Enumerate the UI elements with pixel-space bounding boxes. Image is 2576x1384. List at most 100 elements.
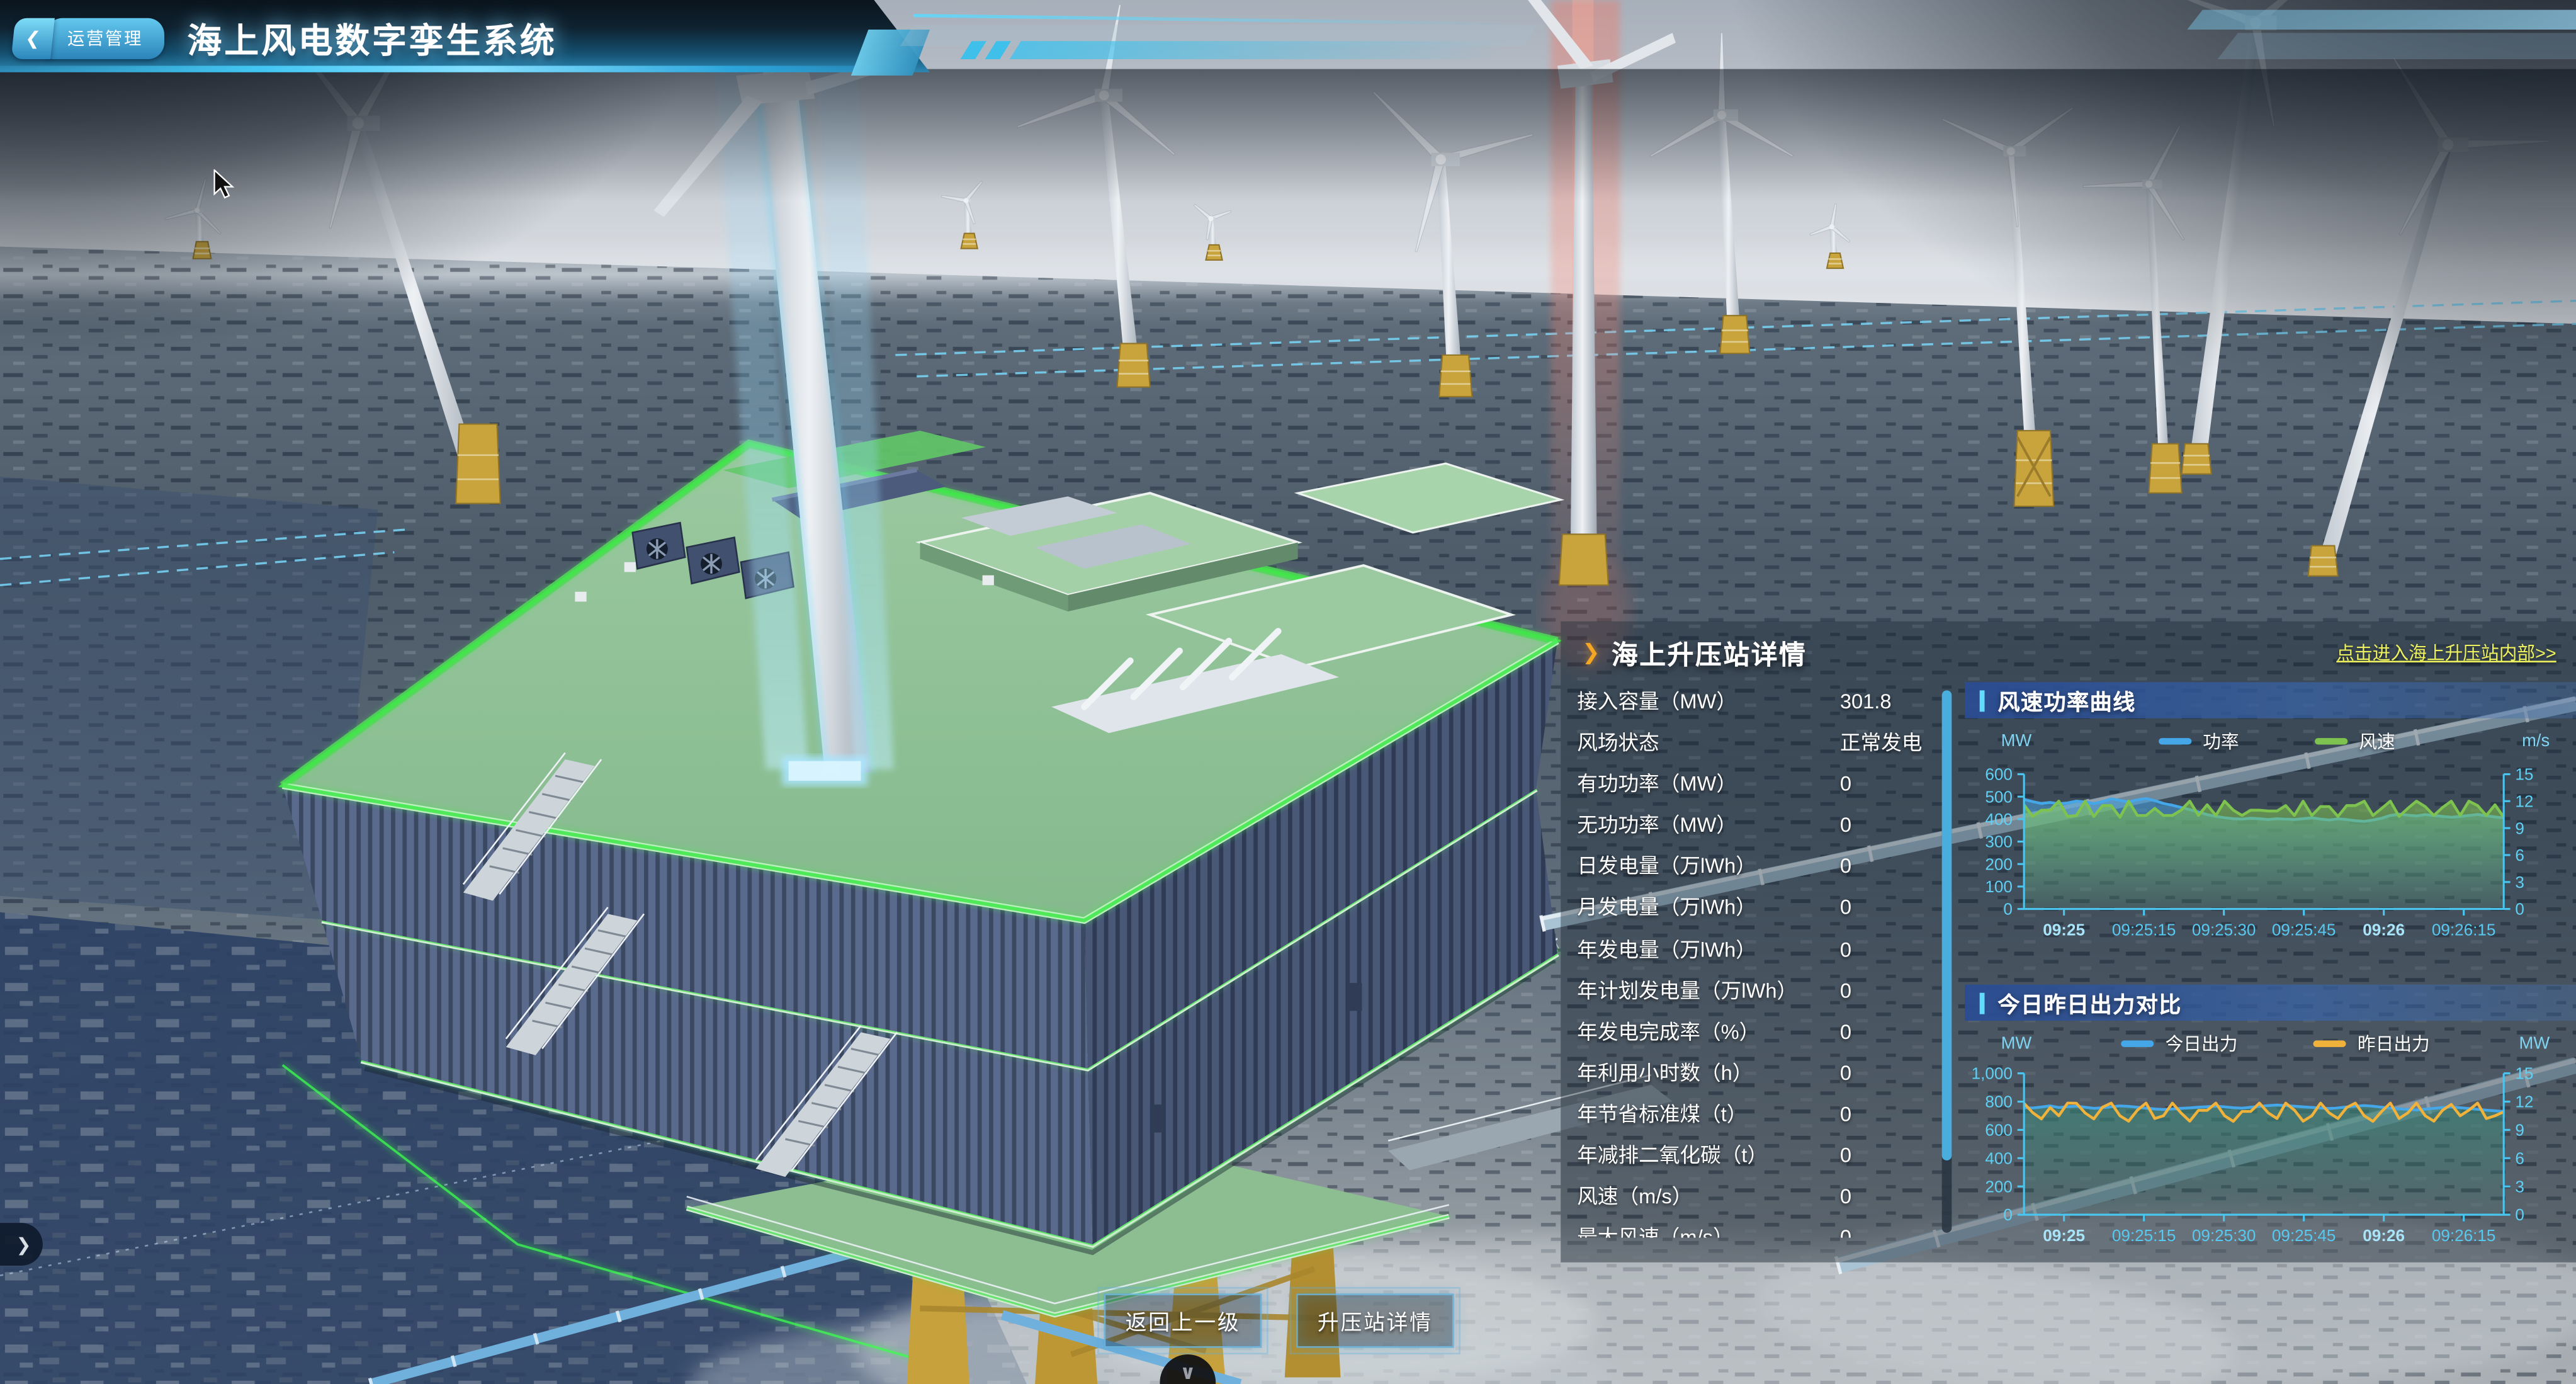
panel-arrow-icon: ❯ [1582,639,1600,666]
substation-detail-button[interactable]: 升压站详情 [1296,1293,1454,1347]
detail-value: 正常发电 [1840,723,1942,765]
detail-row: 无功功率（MW）0 [1577,806,1941,848]
chevron-down-icon[interactable]: ∨ [1180,1354,1195,1384]
turbine-foundation [1827,253,1843,268]
y-axis-tick-label: 6 [2515,1149,2524,1167]
detail-label: 年发电完成率（%） [1577,1012,1840,1053]
back-button-label[interactable]: 运营管理 [46,18,164,59]
axis-unit-right: MW [2519,1034,2550,1053]
x-axis-tick-label: 09:26 [2363,920,2405,939]
chart-title: 风速功率曲线 [1997,684,2135,717]
side-expand-tab[interactable]: ❯ [0,1223,43,1266]
y-axis-tick-label: 9 [2515,1121,2524,1140]
legend-swatch [2159,739,2191,744]
turbine-foundation [2308,546,2338,576]
detail-label: 最大风速（m/s） [1577,1218,1840,1238]
detail-value: 0 [1840,806,1942,848]
detail-label: 日发电量（万lWh） [1577,847,1840,888]
detail-label: 年计划发电量（万lWh） [1577,971,1840,1012]
legend-label: 今日出力 [2166,1031,2238,1057]
axis-unit-left: MW [2001,1034,2032,1053]
detail-value: 0 [1840,1218,1942,1238]
y-axis-tick-label: 600 [1985,1121,2013,1140]
enter-substation-link[interactable]: 点击进入海上升压站内部>> [2336,639,2556,666]
detail-row: 有功功率（MW）0 [1577,764,1941,806]
detail-label: 风场状态 [1577,723,1840,765]
x-axis-tick-label: 09:25 [2043,1226,2085,1245]
detail-row: 年减排二氧化碳（t）0 [1577,1136,1941,1177]
x-axis-tick-label: 09:26 [2363,1226,2405,1245]
detail-list: 接入容量（MW）301.8风场状态正常发电有功功率（MW）0无功功率（MW）0日… [1577,682,1941,1237]
output-compare-chart: 1,00080060040020001512963009:2509:25:150… [1965,1064,2576,1261]
detail-label: 接入容量（MW） [1577,682,1840,723]
detail-value: 0 [1840,1094,1942,1136]
x-axis-tick-label: 09:25:45 [2272,920,2336,939]
legend-items: 功率 风速 [2031,728,2522,754]
legend-swatch [2121,1041,2154,1047]
turbine-foundation [2182,444,2212,474]
detail-value: 0 [1840,929,1942,971]
y-axis-tick-label: 1,000 [1972,1064,2013,1083]
substation-detail-panel: ❯ 海上升压站详情 点击进入海上升压站内部>> 接入容量（MW）301.8风场状… [1561,621,2576,1262]
x-axis-tick-label: 09:25:30 [2192,1226,2256,1245]
y-axis-tick-label: 400 [1985,1149,2013,1167]
expand-chevron-icon[interactable]: ❯ [16,1234,31,1255]
back-button[interactable]: ❮ 运营管理 [13,18,164,59]
axis-unit-left: MW [2001,732,2032,751]
detail-value: 0 [1840,1177,1942,1218]
detail-scrollbar[interactable] [1942,690,1952,1232]
detail-row: 接入容量（MW）301.8 [1577,682,1941,723]
detail-value: 0 [1840,971,1942,1012]
return-upper-level-button[interactable]: 返回上一级 [1104,1293,1262,1347]
detail-row: 日发电量（万lWh）0 [1577,847,1941,888]
y-axis-tick-label: 0 [2003,900,2013,919]
legend-label: 功率 [2203,728,2239,754]
detail-row: 年计划发电量（万lWh）0 [1577,971,1941,1012]
detail-value: 0 [1840,888,1942,930]
legend-item[interactable]: 功率 [2159,728,2239,754]
y-axis-tick-label: 200 [1985,1177,2013,1196]
turbine-hub [1829,224,1834,229]
legend-item[interactable]: 今日出力 [2121,1031,2237,1057]
legend-items: 今日出力 昨日出力 [2031,1031,2519,1057]
scrollbar-thumb[interactable] [1942,690,1952,1160]
detail-label: 有功功率（MW） [1577,764,1840,806]
detail-label: 年节省标准煤（t） [1577,1094,1840,1136]
axis-unit-right: m/s [2522,732,2550,751]
legend-label: 风速 [2359,728,2395,754]
wind-power-chart: 60050040030020010001512963009:2509:25:15… [1965,761,2576,955]
detail-label: 月发电量（万lWh） [1577,888,1840,930]
y-axis-tick-label: 12 [2515,791,2533,810]
back-chevron-icon[interactable]: ❮ [11,18,54,59]
turbine-foundation [1439,355,1472,397]
mouse-cursor [213,169,240,202]
turbine-foundation [1117,344,1150,387]
chart-header-wind-power: 风速功率曲线 [1965,682,2576,718]
y-axis-tick-label: 3 [2515,1177,2524,1196]
y-axis-tick-label: 400 [1985,810,2013,829]
legend-item[interactable]: 昨日出力 [2313,1031,2429,1057]
turbine-hub [1208,216,1213,221]
detail-value: 301.8 [1840,682,1942,723]
x-axis-tick-label: 09:25:15 [2112,920,2176,939]
turbine-foundation [456,424,500,503]
app-window: ❮ 运营管理 海上风电数字孪生系统 ❯ ❯ 海上升压站详情 点击进入海上升压站内… [0,0,2576,1384]
y-axis-tick-label: 12 [2515,1092,2533,1111]
legend-swatch [2313,1041,2346,1047]
panel-title: 海上升压站详情 [1612,633,1807,672]
turbine-foundation [1206,245,1223,260]
series-area [2024,1105,2504,1215]
turbine-foundation [961,234,978,249]
y-axis-tick-label: 500 [1985,787,2013,806]
legend-label: 昨日出力 [2358,1031,2430,1057]
y-axis-tick-label: 0 [2515,900,2524,919]
legend-item[interactable]: 风速 [2315,728,2395,754]
detail-value: 0 [1840,1053,1942,1095]
detail-value: 0 [1840,847,1942,888]
turbine-foundation [1720,315,1749,353]
detail-row: 年发电量（万lWh）0 [1577,929,1941,971]
x-axis-tick-label: 09:25:15 [2112,1226,2176,1245]
chart-title: 今日昨日出力对比 [1997,986,2181,1019]
detail-label: 年发电量（万lWh） [1577,929,1840,971]
y-axis-tick-label: 100 [1985,877,2013,896]
